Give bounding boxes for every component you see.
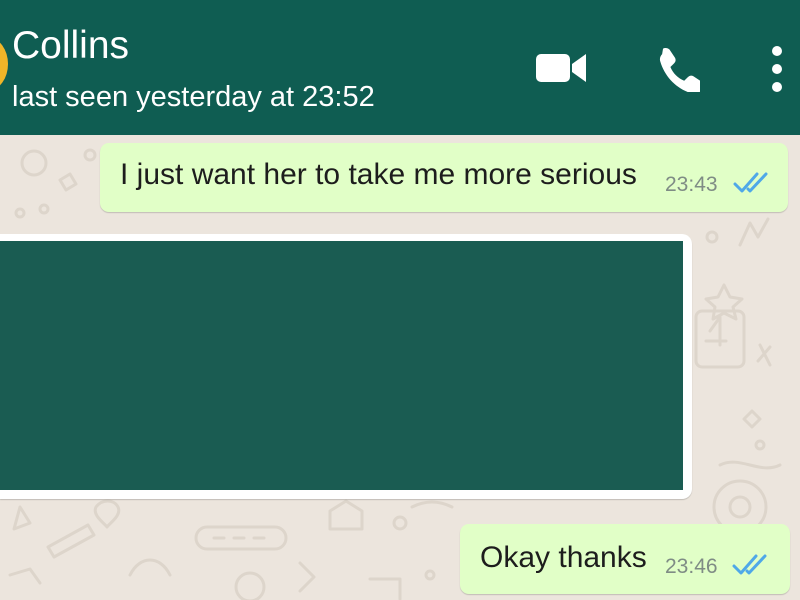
hidden-media[interactable] (0, 241, 683, 490)
sent-message-bubble[interactable]: Okay thanks 23:46 (460, 524, 790, 594)
message-text: I just want her to take me more serious (120, 158, 637, 191)
double-check-read-icon (733, 172, 768, 193)
phone-call-icon[interactable] (652, 44, 700, 92)
video-call-icon[interactable] (534, 50, 588, 86)
contact-avatar[interactable] (0, 38, 8, 90)
contact-name[interactable]: Collins (12, 22, 129, 70)
chat-screen: Collins last seen yesterday at 23:52 I j… (0, 0, 800, 600)
double-check-read-icon (732, 554, 767, 575)
contact-last-seen: last seen yesterday at 23:52 (12, 81, 375, 113)
more-options-icon[interactable] (764, 44, 790, 94)
message-time: 23:43 (665, 173, 718, 196)
chat-header: Collins last seen yesterday at 23:52 (0, 0, 800, 135)
message-text: Okay thanks (480, 541, 647, 574)
sent-message-bubble[interactable]: I just want her to take me more serious … (100, 143, 788, 212)
received-media-bubble[interactable] (0, 234, 692, 499)
message-time: 23:46 (665, 555, 718, 578)
